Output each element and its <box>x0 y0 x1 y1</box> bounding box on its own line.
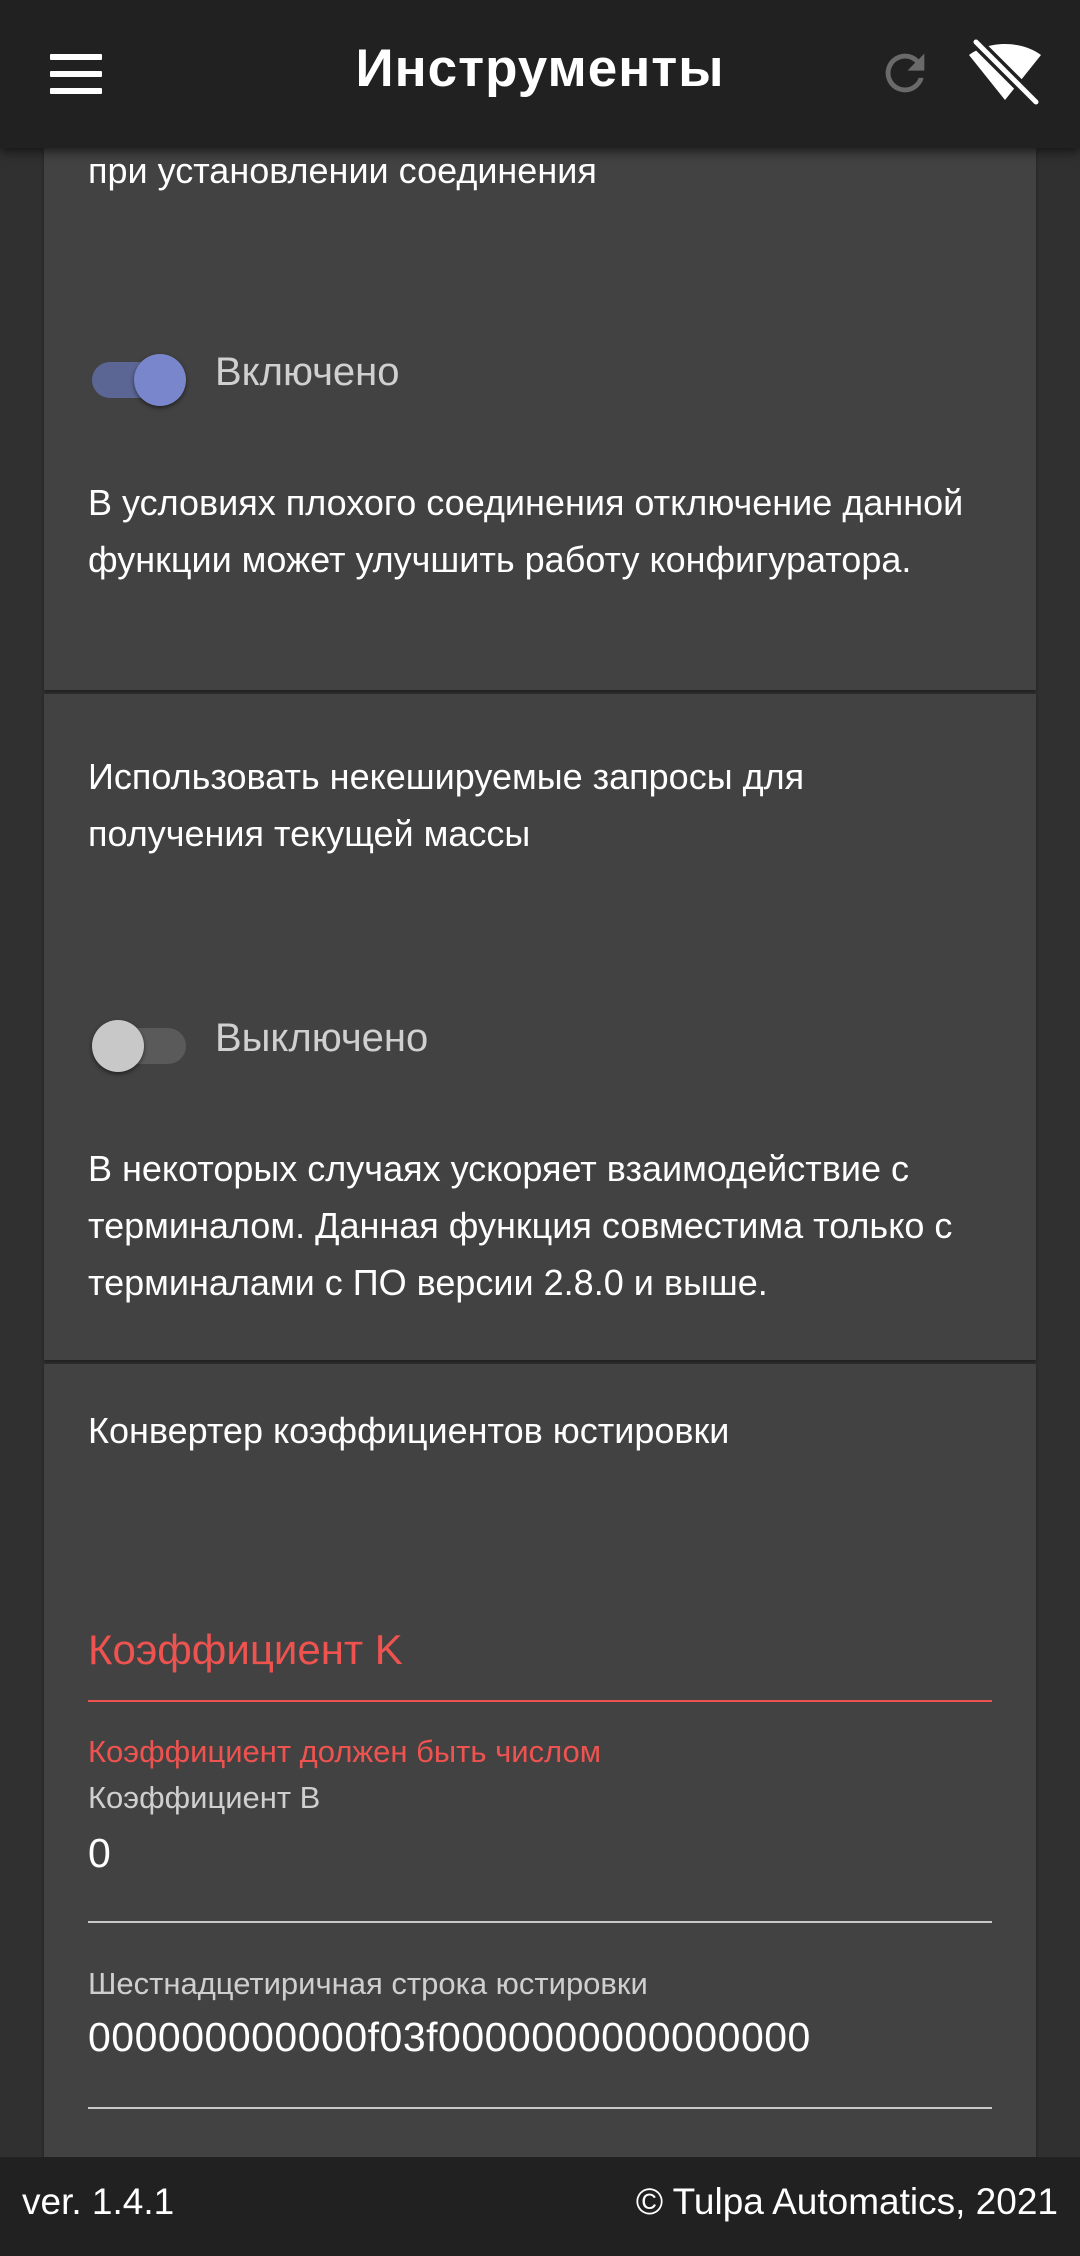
toggle-state-label: Выключено <box>215 1016 429 1060</box>
coefficient-b-field[interactable]: Коэффициент B 0 <box>88 1780 1036 1923</box>
converter-title: Конвертер коэффициентов юстировки <box>88 1410 730 1451</box>
coefficient-b-input[interactable]: 0 <box>88 1830 1036 1877</box>
coefficient-k-error: Коэффициент должен быть числом <box>88 1734 602 1769</box>
app-bar: Инструменты <box>0 0 1080 148</box>
coefficient-k-field[interactable]: Коэффициент K <box>88 1626 1036 1702</box>
refresh-icon[interactable] <box>876 44 934 102</box>
hex-string-field[interactable]: Шестнадцетиричная строка юстировки 00000… <box>88 1966 1036 2109</box>
toggle-switch[interactable] <box>92 1012 192 1072</box>
settings-card-connection: при установлении соединения Включено В у… <box>44 148 1036 690</box>
coefficient-b-label: Коэффициент B <box>88 1780 321 1815</box>
setting-description: В некоторых случаях ускоряет взаимодейст… <box>88 1148 953 1303</box>
coefficient-k-input[interactable]: Коэффициент K <box>88 1626 1036 1674</box>
hex-string-input[interactable]: 000000000000f03f0000000000000000 <box>88 2014 1036 2061</box>
setting-title: при установлении соединения <box>88 150 597 191</box>
settings-card-noncached: Использовать некешируемые запросы для по… <box>44 694 1036 1360</box>
copyright-label: © Tulpa Automatics, 2021 <box>635 2181 1058 2222</box>
setting-description: В условиях плохого соединения отключение… <box>88 482 964 580</box>
hex-string-label: Шестнадцетиричная строка юстировки <box>88 1966 648 2001</box>
version-label: ver. 1.4.1 <box>22 2181 175 2222</box>
wifi-off-icon[interactable] <box>968 36 1042 108</box>
footer: ver. 1.4.1 © Tulpa Automatics, 2021 <box>0 2157 1080 2256</box>
setting-title: Использовать некешируемые запросы для по… <box>88 756 805 854</box>
toggle-switch[interactable] <box>92 346 192 406</box>
toggle-state-label: Включено <box>215 350 400 394</box>
settings-card-converter: Конвертер коэффициентов юстировки Коэффи… <box>44 1364 1036 2184</box>
